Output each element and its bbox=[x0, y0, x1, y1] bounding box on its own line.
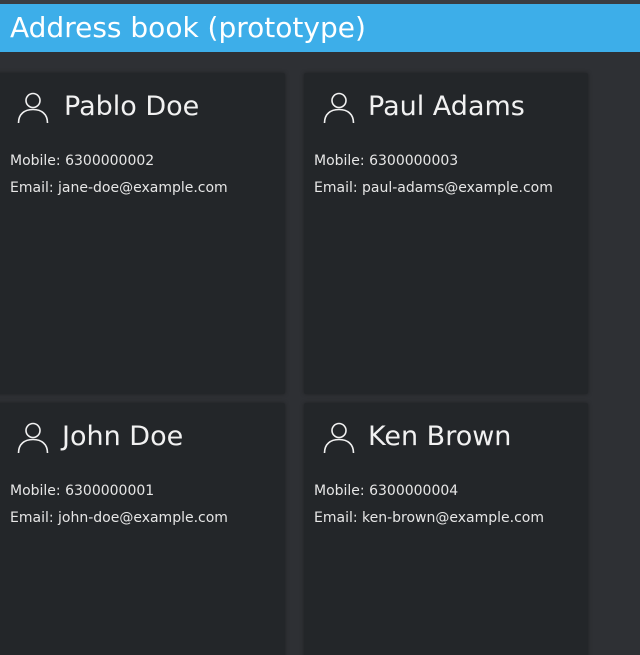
contact-email: Email: ken-brown@example.com bbox=[314, 510, 544, 526]
contact-name: John Doe bbox=[62, 421, 184, 452]
contact-email: Email: paul-adams@example.com bbox=[314, 180, 553, 196]
person-icon bbox=[321, 90, 357, 126]
contact-mobile: Mobile: 6300000002 bbox=[10, 153, 155, 169]
address-book-window: Address book (prototype) Pablo Doe Mobil… bbox=[0, 0, 640, 655]
contact-card[interactable]: John Doe Mobile: 6300000001 Email: john-… bbox=[0, 403, 285, 655]
contact-name: Pablo Doe bbox=[64, 91, 200, 122]
contact-mobile: Mobile: 6300000004 bbox=[314, 483, 459, 499]
app-title: Address book (prototype) bbox=[10, 11, 366, 44]
contact-mobile: Mobile: 6300000003 bbox=[314, 153, 459, 169]
contact-email: Email: john-doe@example.com bbox=[10, 510, 228, 526]
contact-card[interactable]: Paul Adams Mobile: 6300000003 Email: pau… bbox=[304, 73, 588, 394]
person-icon bbox=[321, 420, 357, 456]
title-bar: Address book (prototype) bbox=[0, 4, 640, 52]
person-icon bbox=[15, 90, 51, 126]
contact-card[interactable]: Ken Brown Mobile: 6300000004 Email: ken-… bbox=[304, 403, 588, 655]
contact-name: Ken Brown bbox=[368, 421, 512, 452]
contact-card[interactable]: Pablo Doe Mobile: 6300000002 Email: jane… bbox=[0, 73, 285, 394]
contact-email: Email: jane-doe@example.com bbox=[10, 180, 228, 196]
contact-mobile: Mobile: 6300000001 bbox=[10, 483, 155, 499]
contact-name: Paul Adams bbox=[368, 91, 525, 122]
person-icon bbox=[15, 420, 51, 456]
